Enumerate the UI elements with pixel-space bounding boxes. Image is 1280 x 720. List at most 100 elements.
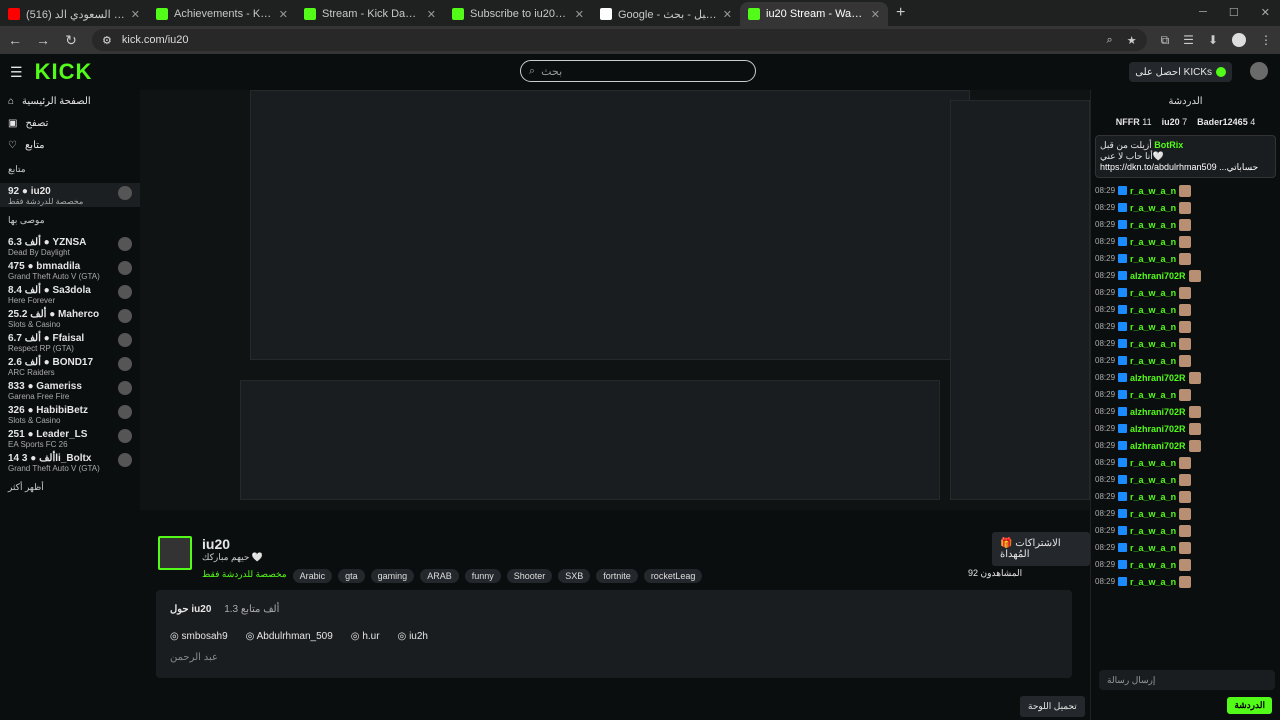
chat-username[interactable]: r_a_w_a_n — [1130, 305, 1176, 315]
chat-username[interactable]: r_a_w_a_n — [1130, 220, 1176, 230]
bookmark-star-icon[interactable]: ★ — [1127, 34, 1137, 47]
edit-panels-button[interactable]: تحميل اللوحة — [1020, 696, 1085, 717]
chat-username[interactable]: alzhrani702R — [1130, 441, 1186, 451]
close-icon[interactable]: ✕ — [1261, 6, 1270, 19]
pinned-message[interactable]: أزيلت من قبل BotRix أنا حاب لا عني🤍 http… — [1095, 135, 1276, 178]
chat-message[interactable]: 08:29 r_a_w_a_n — [1091, 284, 1280, 301]
profile-avatar[interactable] — [1232, 33, 1246, 47]
minimize-icon[interactable]: ─ — [1199, 6, 1207, 19]
zoom-icon[interactable]: ⌕ — [1107, 34, 1113, 47]
channel-avatar[interactable] — [158, 536, 192, 570]
chat-username[interactable]: r_a_w_a_n — [1130, 254, 1176, 264]
menu-icon[interactable]: ⋮ — [1260, 33, 1272, 47]
recommended-channel[interactable]: 326 ● HabibiBetz Slots & Casino — [0, 402, 140, 426]
chat-message[interactable]: 08:29 alzhrani702R — [1091, 420, 1280, 437]
browser-tab[interactable]: Achievements - Kick Dashboard ✕ — [148, 2, 296, 26]
recommended-channel[interactable]: 833 ● Gameriss Garena Free Fire — [0, 378, 140, 402]
chat-username[interactable]: r_a_w_a_n — [1130, 356, 1176, 366]
recommended-channel[interactable]: 475 ● bmnadila Grand Theft Auto V (GTA) — [0, 258, 140, 282]
chat-username[interactable]: r_a_w_a_n — [1130, 492, 1176, 502]
forward-icon[interactable]: → — [36, 32, 50, 48]
show-more-link[interactable]: أظهر أكثر — [0, 474, 140, 501]
following-channel[interactable]: 92 ● iu20 مخصصة للدردشة فقط — [0, 183, 140, 207]
reload-icon[interactable]: ↻ — [64, 32, 78, 49]
tag[interactable]: ARAB — [420, 569, 459, 583]
chat-username[interactable]: alzhrani702R — [1130, 271, 1186, 281]
window-controls[interactable]: ─ ☐ ✕ — [1199, 6, 1270, 19]
tab-search-icon[interactable]: ☰ — [1183, 33, 1194, 47]
browser-tab[interactable]: Google - العاب بلبل - بحث ✕ — [592, 2, 740, 26]
chat-username[interactable]: r_a_w_a_n — [1130, 339, 1176, 349]
chat-message[interactable]: 08:29 r_a_w_a_n — [1091, 216, 1280, 233]
tag[interactable]: rocketLeag — [643, 569, 703, 583]
chat-username[interactable]: r_a_w_a_n — [1130, 390, 1176, 400]
recommended-channel[interactable]: 2.6 ألف ● BOND17 ARC Raiders — [0, 354, 140, 378]
chat-username[interactable]: r_a_w_a_n — [1130, 560, 1176, 570]
browser-tab[interactable]: Subscribe to iu20 - Kick Stream ✕ — [444, 2, 592, 26]
chat-message[interactable]: 08:29 alzhrani702R — [1091, 267, 1280, 284]
tab-close-icon[interactable]: ✕ — [871, 8, 880, 21]
user-avatar[interactable] — [1250, 62, 1268, 80]
chat-message[interactable]: 08:29 r_a_w_a_n — [1091, 352, 1280, 369]
tag[interactable]: funny — [464, 569, 501, 583]
chat-username[interactable]: alzhrani702R — [1130, 407, 1186, 417]
chat-message[interactable]: 08:29 r_a_w_a_n — [1091, 335, 1280, 352]
chat-message[interactable]: 08:29 r_a_w_a_n — [1091, 573, 1280, 590]
chat-username[interactable]: r_a_w_a_n — [1130, 577, 1176, 587]
get-kicks-button[interactable]: احصل على KICKs — [1129, 62, 1232, 82]
recommended-channel[interactable]: 25.2 ألف ● Maherco Slots & Casino — [0, 306, 140, 330]
chat-message[interactable]: 08:29 r_a_w_a_n — [1091, 454, 1280, 471]
social-link[interactable]: ◎ smbosah9 — [170, 631, 228, 642]
chat-username[interactable]: r_a_w_a_n — [1130, 288, 1176, 298]
chat-username[interactable]: r_a_w_a_n — [1130, 543, 1176, 553]
gift-subs-button[interactable]: 🎁 الاشتراكات المُهداة — [992, 532, 1090, 566]
search-input[interactable]: ⌕ بحث — [520, 60, 756, 82]
chat-username[interactable]: alzhrani702R — [1130, 373, 1186, 383]
chat-username[interactable]: r_a_w_a_n — [1130, 526, 1176, 536]
tag[interactable]: gaming — [370, 569, 415, 583]
chat-message[interactable]: 08:29 r_a_w_a_n — [1091, 182, 1280, 199]
hamburger-icon[interactable]: ☰ — [10, 64, 23, 81]
chat-message[interactable]: 08:29 r_a_w_a_n — [1091, 318, 1280, 335]
chat-message[interactable]: 08:29 r_a_w_a_n — [1091, 386, 1280, 403]
tab-close-icon[interactable]: ✕ — [279, 8, 288, 21]
chat-input[interactable]: إرسال رسالة — [1099, 670, 1275, 690]
recommended-channel[interactable]: 8.4 ألف ● Sa3dola Here Forever — [0, 282, 140, 306]
chat-message[interactable]: 08:29 r_a_w_a_n — [1091, 471, 1280, 488]
chat-message[interactable]: 08:29 r_a_w_a_n — [1091, 505, 1280, 522]
recommended-channel[interactable]: 6.3 ألف ● YZNSA Dead By Daylight — [0, 234, 140, 258]
chat-message[interactable]: 08:29 r_a_w_a_n — [1091, 301, 1280, 318]
browser-tab[interactable]: Stream - Kick Dashboard ✕ — [296, 2, 444, 26]
chat-username[interactable]: r_a_w_a_n — [1130, 322, 1176, 332]
recommended-channel[interactable]: 6.7 ألف ● Ffaisal Respect RP (GTA) — [0, 330, 140, 354]
tag[interactable]: Arabic — [292, 569, 333, 583]
tab-close-icon[interactable]: ✕ — [723, 8, 732, 21]
chat-message[interactable]: 08:29 r_a_w_a_n — [1091, 199, 1280, 216]
site-info-icon[interactable]: ⚙ — [102, 34, 112, 47]
chat-username[interactable]: r_a_w_a_n — [1130, 458, 1176, 468]
chat-message[interactable]: 08:29 r_a_w_a_n — [1091, 233, 1280, 250]
chat-username[interactable]: r_a_w_a_n — [1130, 203, 1176, 213]
tab-close-icon[interactable]: ✕ — [427, 8, 436, 21]
social-link[interactable]: ◎ h.ur — [351, 631, 380, 642]
chat-message[interactable]: 08:29 r_a_w_a_n — [1091, 556, 1280, 573]
stream-player[interactable] — [140, 90, 1090, 510]
sidebar-item-browse[interactable]: ▣ تصفح — [0, 112, 140, 134]
chat-username[interactable]: r_a_w_a_n — [1130, 475, 1176, 485]
extensions-icon[interactable]: ⧉ — [1161, 33, 1170, 48]
url-field[interactable]: ⚙ kick.com/iu20 ⌕ ★ — [92, 29, 1147, 51]
social-link[interactable]: ◎ Abdulrhman_509 — [246, 631, 333, 642]
chat-username[interactable]: r_a_w_a_n — [1130, 237, 1176, 247]
tab-close-icon[interactable]: ✕ — [575, 8, 584, 21]
tag[interactable]: fortnite — [596, 569, 638, 583]
recommended-channel[interactable]: 251 ● Leader_LS EA Sports FC 26 — [0, 426, 140, 450]
tab-close-icon[interactable]: ✕ — [131, 8, 140, 21]
channel-title[interactable]: iu20 — [202, 536, 702, 552]
chat-message[interactable]: 08:29 r_a_w_a_n — [1091, 488, 1280, 505]
back-icon[interactable]: ← — [8, 32, 22, 48]
download-icon[interactable]: ⬇ — [1208, 33, 1218, 47]
chat-message[interactable]: 08:29 r_a_w_a_n — [1091, 250, 1280, 267]
chat-message[interactable]: 08:29 alzhrani702R — [1091, 437, 1280, 454]
social-link[interactable]: ◎ iu2h — [398, 631, 428, 642]
chat-username[interactable]: r_a_w_a_n — [1130, 509, 1176, 519]
